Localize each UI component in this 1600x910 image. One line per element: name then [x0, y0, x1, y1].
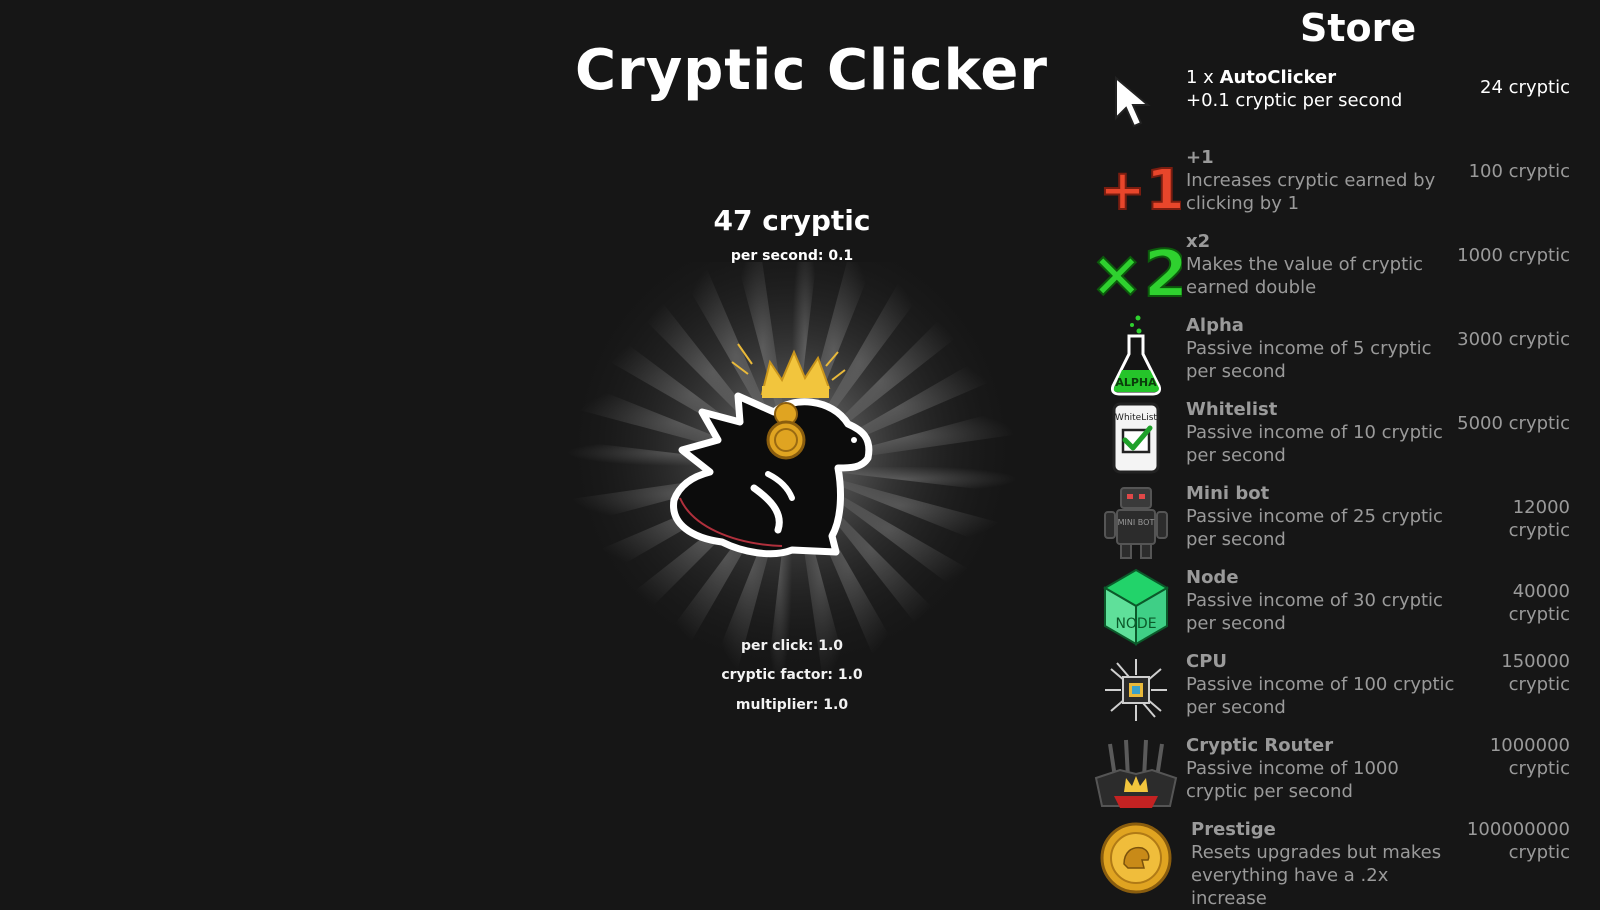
per-click-stat: per click: 1.0: [740, 638, 844, 654]
item-price: 3000 cryptic: [1457, 329, 1570, 350]
store-item-mini-bot[interactable]: MINI BOT Mini bot Passive income of 25 c…: [1090, 480, 1580, 564]
item-name: x2: [1186, 231, 1211, 252]
item-desc: Passive income of 100 cryptic per second: [1186, 674, 1455, 718]
item-name: Whitelist: [1186, 399, 1278, 420]
svg-text:×2: ×2: [1090, 238, 1182, 306]
item-name: Prestige: [1191, 819, 1276, 840]
item-desc: Passive income of 25 cryptic per second: [1186, 506, 1443, 550]
item-price: 40000 cryptic: [1508, 581, 1570, 625]
cursor-icon: [1090, 60, 1182, 144]
svg-text:WhiteList: WhiteList: [1115, 413, 1157, 423]
store-item-node[interactable]: NODE Node Passive income of 30 cryptic p…: [1090, 564, 1580, 648]
whitelist-icon: WhiteList: [1090, 396, 1182, 480]
store-item-whitelist[interactable]: WhiteList Whitelist Passive income of 10…: [1090, 396, 1580, 480]
item-name: +1: [1186, 147, 1214, 168]
item-name: Cryptic Router: [1186, 735, 1334, 756]
node-cube-icon: NODE: [1090, 564, 1182, 648]
item-price: 24 cryptic: [1480, 77, 1570, 98]
item-price: 100 cryptic: [1468, 161, 1570, 182]
mini-bot-icon: MINI BOT: [1090, 480, 1182, 564]
store-item-x2[interactable]: ×2 x2 Makes the value of cryptic earned …: [1090, 228, 1580, 312]
game-title: Cryptic Clicker: [575, 38, 1048, 103]
item-name: CPU: [1186, 651, 1228, 672]
item-name: Alpha: [1186, 315, 1244, 336]
store-list: 1 x AutoClicker +0.1 cryptic per second …: [1090, 60, 1580, 909]
store-item-cpu[interactable]: CPU Passive income of 100 cryptic per se…: [1090, 648, 1580, 732]
store-item-autoclicker[interactable]: 1 x AutoClicker +0.1 cryptic per second …: [1090, 60, 1580, 144]
item-desc: +0.1 cryptic per second: [1186, 90, 1403, 111]
store-title: Store: [1300, 6, 1417, 50]
svg-text:NODE: NODE: [1115, 616, 1156, 632]
item-name: Mini bot: [1186, 483, 1270, 504]
cryptic-factor-stat: cryptic factor: 1.0: [721, 667, 863, 683]
item-desc: Passive income of 10 cryptic per second: [1186, 422, 1443, 466]
times-two-icon: ×2: [1090, 228, 1182, 312]
item-desc: Increases cryptic earned by clicking by …: [1186, 170, 1436, 214]
svg-text:MINI BOT: MINI BOT: [1118, 518, 1155, 527]
item-price: 5000 cryptic: [1457, 413, 1570, 434]
cryptic-score: 47 cryptic: [713, 204, 871, 237]
item-price: 12000 cryptic: [1508, 497, 1570, 541]
store-item-plus-one[interactable]: +1 +1 Increases cryptic earned by clicki…: [1090, 144, 1580, 228]
prestige-coin-icon: [1090, 816, 1182, 900]
svg-text:ALPHA: ALPHA: [1115, 376, 1157, 389]
router-icon: [1090, 732, 1182, 816]
item-price: 1000 cryptic: [1457, 245, 1570, 266]
store-item-alpha[interactable]: ALPHA Alpha Passive income of 5 cryptic …: [1090, 312, 1580, 396]
alpha-flask-icon: ALPHA: [1090, 312, 1182, 396]
item-desc: Passive income of 30 cryptic per second: [1186, 590, 1443, 634]
item-price: 1000000 cryptic: [1489, 735, 1570, 779]
cpu-chip-icon: [1090, 648, 1182, 732]
item-price: 100000000 cryptic: [1466, 819, 1570, 863]
item-desc: Makes the value of cryptic earned double: [1186, 254, 1424, 298]
multiplier-stat: multiplier: 1.0: [735, 697, 849, 713]
store-item-prestige[interactable]: Prestige Resets upgrades but makes every…: [1090, 816, 1580, 909]
store-item-cryptic-router[interactable]: Cryptic Router Passive income of 1000 cr…: [1090, 732, 1580, 816]
svg-text:+1: +1: [1099, 158, 1181, 221]
plus-one-icon: +1: [1090, 144, 1182, 228]
item-price: 150000 cryptic: [1501, 651, 1570, 695]
item-name: Node: [1186, 567, 1239, 588]
item-desc: Passive income of 1000 cryptic per secon…: [1186, 758, 1399, 802]
item-name: 1 x AutoClicker: [1186, 67, 1337, 88]
item-desc: Passive income of 5 cryptic per second: [1186, 338, 1432, 382]
